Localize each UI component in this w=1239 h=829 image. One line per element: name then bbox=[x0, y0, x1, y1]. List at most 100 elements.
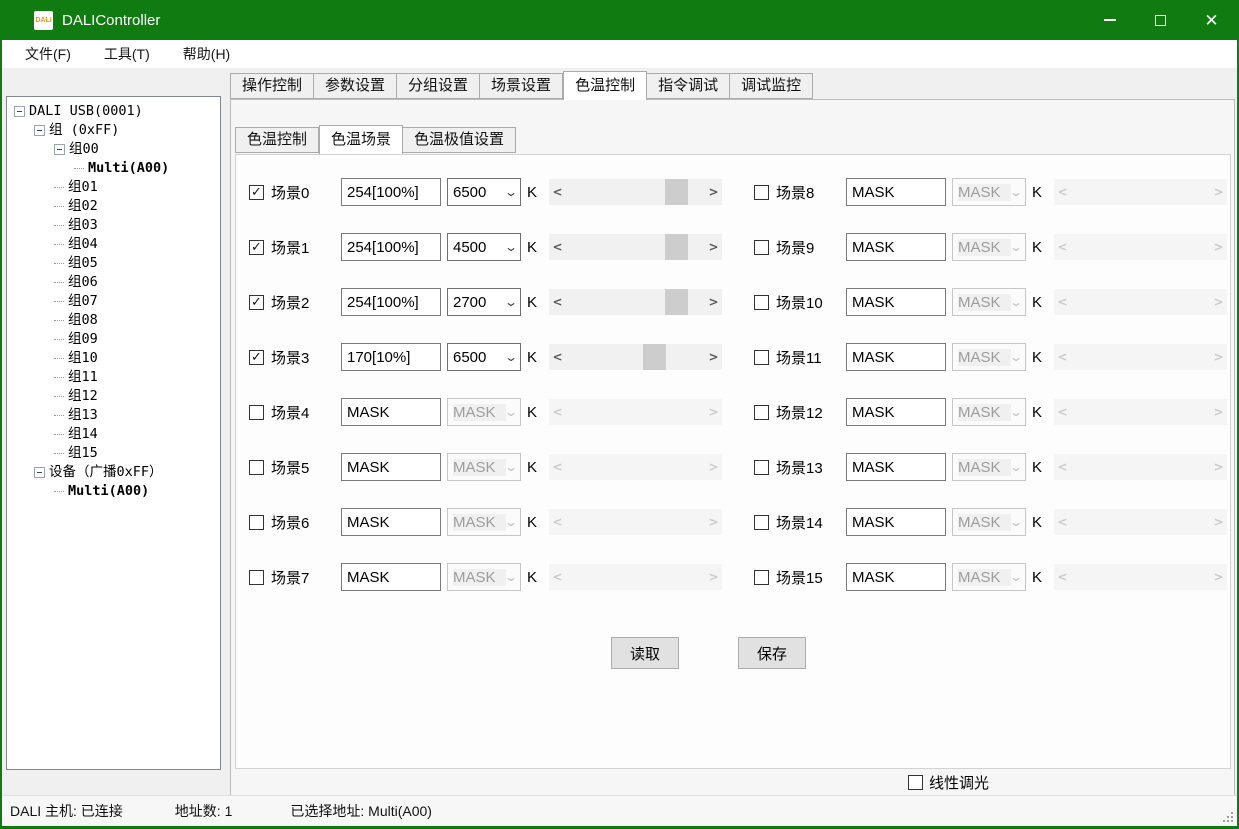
main-tab[interactable]: 调试监控 bbox=[730, 73, 813, 99]
scene-temp-scrollbar[interactable]: < > bbox=[1054, 564, 1227, 590]
tree-item[interactable]: 组03 bbox=[7, 216, 220, 235]
scene-temp-select[interactable]: MASK ⌄ bbox=[952, 398, 1026, 426]
scroll-right-icon[interactable]: > bbox=[1210, 240, 1227, 254]
tree-item[interactable]: 组02 bbox=[7, 197, 220, 216]
scene-checkbox[interactable] bbox=[754, 405, 769, 420]
scrollbar-thumb[interactable] bbox=[665, 289, 688, 315]
tree-item[interactable]: 组04 bbox=[7, 235, 220, 254]
tree-item[interactable]: Multi(A00) bbox=[7, 159, 220, 178]
resize-grip[interactable] bbox=[1231, 820, 1233, 822]
scene-temp-select[interactable]: 6500 ⌄ bbox=[447, 343, 521, 371]
scroll-right-icon[interactable]: > bbox=[705, 350, 722, 364]
scene-checkbox[interactable] bbox=[249, 515, 264, 530]
scene-checkbox[interactable] bbox=[249, 240, 264, 255]
scene-checkbox[interactable] bbox=[754, 350, 769, 365]
tree-item[interactable]: 设备（广播0xFF） bbox=[7, 463, 220, 482]
scrollbar-track[interactable] bbox=[1071, 564, 1210, 590]
scroll-left-icon[interactable]: < bbox=[549, 460, 566, 474]
tree-item[interactable]: 组14 bbox=[7, 425, 220, 444]
tree-item[interactable]: 组08 bbox=[7, 311, 220, 330]
scene-level-input[interactable] bbox=[341, 233, 441, 261]
close-button[interactable]: ✕ bbox=[1186, 0, 1237, 40]
scene-temp-scrollbar[interactable]: < > bbox=[549, 344, 722, 370]
tree-item[interactable]: 组11 bbox=[7, 368, 220, 387]
scene-level-input[interactable] bbox=[846, 508, 946, 536]
tree-collapse-icon[interactable] bbox=[14, 106, 25, 117]
scene-level-input[interactable] bbox=[341, 563, 441, 591]
tree-item[interactable]: 组01 bbox=[7, 178, 220, 197]
scroll-right-icon[interactable]: > bbox=[705, 295, 722, 309]
menu-item[interactable]: 帮助(H) bbox=[173, 40, 240, 68]
main-tab[interactable]: 操作控制 bbox=[230, 73, 314, 99]
tree-item[interactable]: 组05 bbox=[7, 254, 220, 273]
scrollbar-track[interactable] bbox=[566, 454, 705, 480]
scene-temp-select[interactable]: MASK ⌄ bbox=[447, 453, 521, 481]
scene-level-input[interactable] bbox=[846, 453, 946, 481]
tree-item[interactable]: Multi(A00) bbox=[7, 482, 220, 501]
scene-temp-select[interactable]: MASK ⌄ bbox=[952, 453, 1026, 481]
scroll-left-icon[interactable]: < bbox=[1054, 350, 1071, 364]
scroll-left-icon[interactable]: < bbox=[549, 350, 566, 364]
tree-item[interactable]: 组12 bbox=[7, 387, 220, 406]
main-tab[interactable]: 分组设置 bbox=[397, 73, 480, 99]
scroll-left-icon[interactable]: < bbox=[549, 240, 566, 254]
scrollbar-track[interactable] bbox=[1071, 289, 1210, 315]
scene-level-input[interactable] bbox=[341, 453, 441, 481]
scene-temp-scrollbar[interactable]: < > bbox=[549, 179, 722, 205]
scrollbar-track[interactable] bbox=[566, 234, 705, 260]
scroll-left-icon[interactable]: < bbox=[1054, 240, 1071, 254]
scrollbar-thumb[interactable] bbox=[643, 344, 666, 370]
sub-tab[interactable]: 色温控制 bbox=[235, 127, 319, 153]
scene-level-input[interactable] bbox=[846, 563, 946, 591]
scene-level-input[interactable] bbox=[341, 343, 441, 371]
scene-level-input[interactable] bbox=[341, 288, 441, 316]
scrollbar-track[interactable] bbox=[1071, 399, 1210, 425]
scrollbar-track[interactable] bbox=[1071, 179, 1210, 205]
scroll-left-icon[interactable]: < bbox=[1054, 185, 1071, 199]
scene-temp-select[interactable]: MASK ⌄ bbox=[952, 178, 1026, 206]
scene-checkbox[interactable] bbox=[754, 515, 769, 530]
scene-temp-scrollbar[interactable]: < > bbox=[1054, 454, 1227, 480]
scroll-right-icon[interactable]: > bbox=[1210, 460, 1227, 474]
menu-item[interactable]: 工具(T) bbox=[94, 40, 160, 68]
scene-temp-select[interactable]: MASK ⌄ bbox=[447, 398, 521, 426]
scroll-left-icon[interactable]: < bbox=[549, 570, 566, 584]
scroll-right-icon[interactable]: > bbox=[1210, 515, 1227, 529]
scene-checkbox[interactable] bbox=[249, 570, 264, 585]
scene-temp-scrollbar[interactable]: < > bbox=[1054, 509, 1227, 535]
scene-level-input[interactable] bbox=[846, 233, 946, 261]
scrollbar-thumb[interactable] bbox=[665, 234, 688, 260]
scroll-left-icon[interactable]: < bbox=[1054, 460, 1071, 474]
main-tab[interactable]: 场景设置 bbox=[480, 73, 563, 99]
scene-checkbox[interactable] bbox=[249, 295, 264, 310]
scrollbar-track[interactable] bbox=[566, 399, 705, 425]
scene-temp-scrollbar[interactable]: < > bbox=[1054, 344, 1227, 370]
scrollbar-track[interactable] bbox=[566, 564, 705, 590]
scroll-left-icon[interactable]: < bbox=[549, 405, 566, 419]
tree-item[interactable]: 组07 bbox=[7, 292, 220, 311]
sub-tab[interactable]: 色温场景 bbox=[319, 125, 403, 154]
tree-collapse-icon[interactable] bbox=[34, 125, 45, 136]
scene-checkbox[interactable] bbox=[249, 405, 264, 420]
scrollbar-track[interactable] bbox=[566, 344, 705, 370]
scroll-left-icon[interactable]: < bbox=[1054, 570, 1071, 584]
scene-temp-scrollbar[interactable]: < > bbox=[1054, 179, 1227, 205]
scene-temp-select[interactable]: MASK ⌄ bbox=[447, 508, 521, 536]
scene-temp-select[interactable]: MASK ⌄ bbox=[952, 343, 1026, 371]
scene-temp-select[interactable]: MASK ⌄ bbox=[447, 563, 521, 591]
tree-item[interactable]: 组15 bbox=[7, 444, 220, 463]
scroll-right-icon[interactable]: > bbox=[705, 460, 722, 474]
tree-collapse-icon[interactable] bbox=[54, 144, 65, 155]
scroll-left-icon[interactable]: < bbox=[1054, 295, 1071, 309]
minimize-button[interactable] bbox=[1084, 0, 1135, 40]
scene-temp-scrollbar[interactable]: < > bbox=[549, 289, 722, 315]
scene-checkbox[interactable] bbox=[249, 350, 264, 365]
scene-temp-select[interactable]: 4500 ⌄ bbox=[447, 233, 521, 261]
scene-temp-scrollbar[interactable]: < > bbox=[549, 234, 722, 260]
scene-level-input[interactable] bbox=[846, 343, 946, 371]
scrollbar-track[interactable] bbox=[566, 509, 705, 535]
tree-collapse-icon[interactable] bbox=[34, 467, 45, 478]
scene-temp-scrollbar[interactable]: < > bbox=[549, 509, 722, 535]
scene-temp-scrollbar[interactable]: < > bbox=[549, 564, 722, 590]
scene-temp-select[interactable]: MASK ⌄ bbox=[952, 563, 1026, 591]
